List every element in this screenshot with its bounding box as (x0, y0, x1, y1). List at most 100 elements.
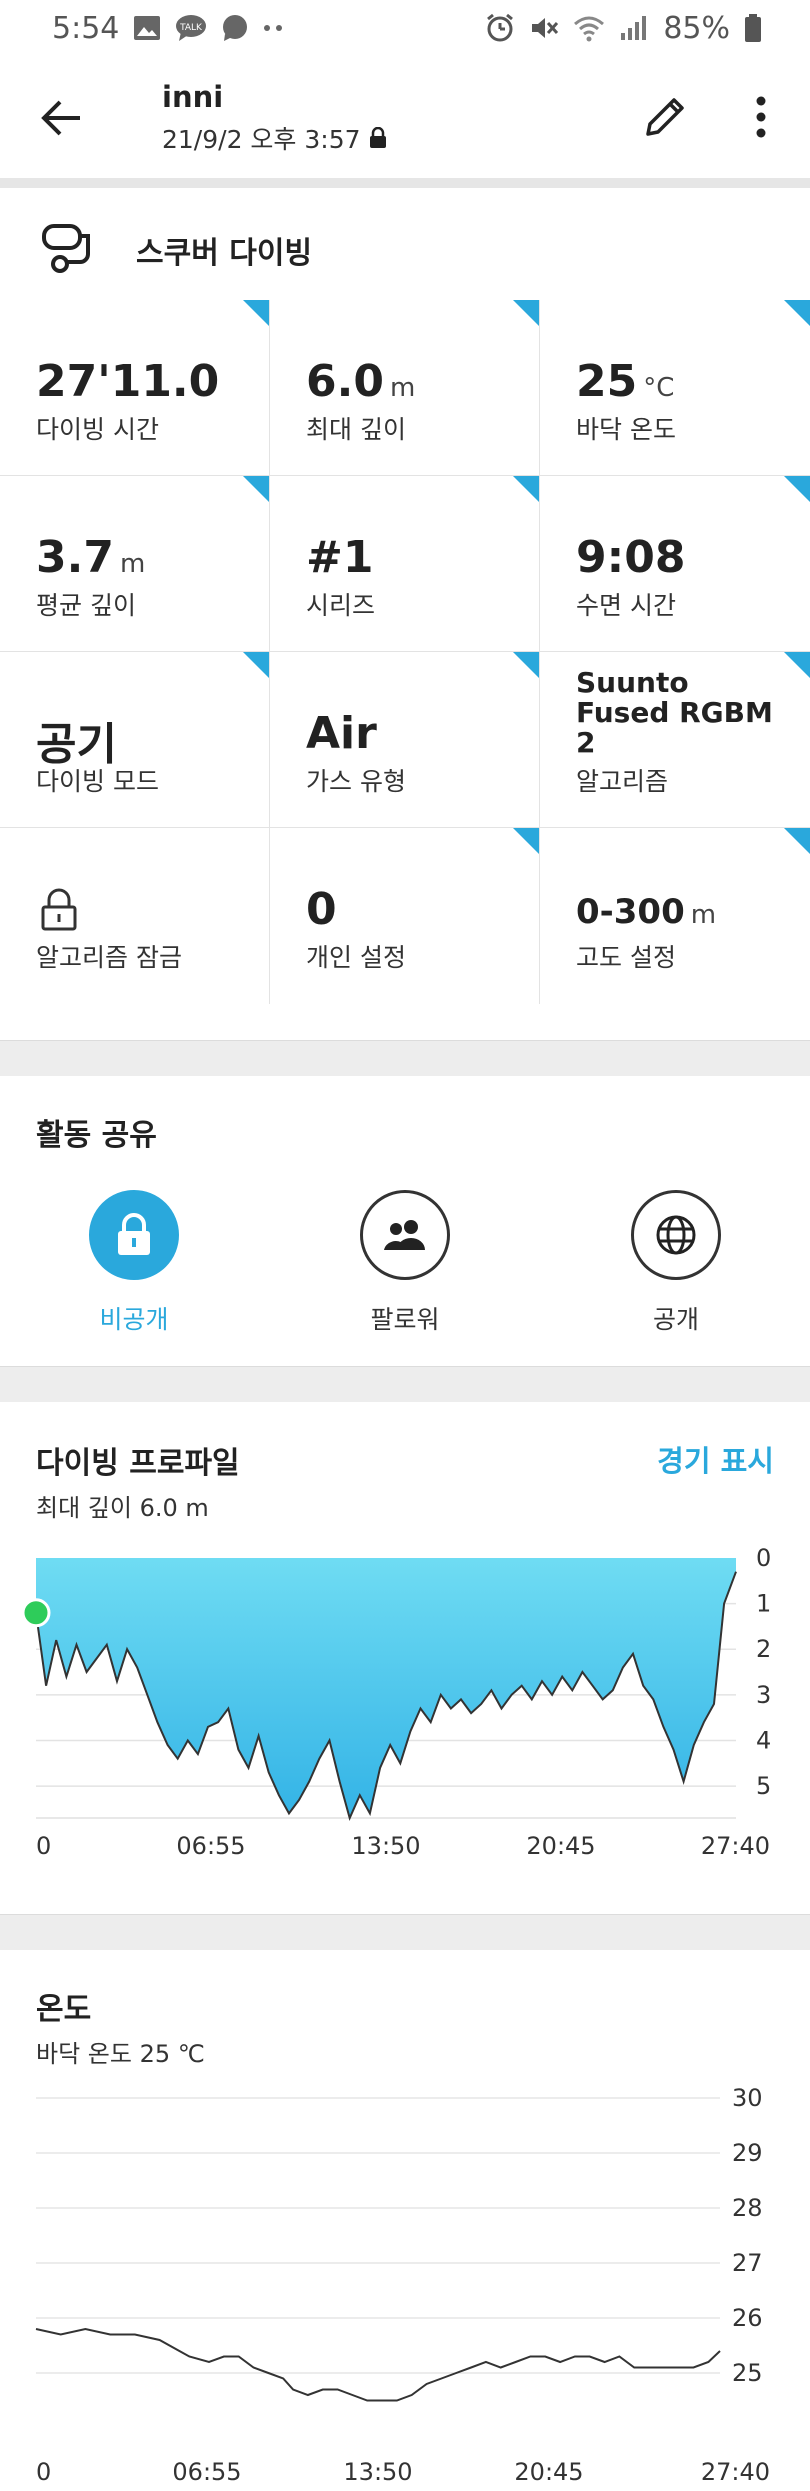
lock-small-icon (369, 127, 386, 148)
stat-surface-time[interactable]: 9:08 수면 시간 (540, 476, 810, 652)
stat-label: 다이빙 시간 (36, 415, 159, 444)
stat-label: 가스 유형 (306, 767, 406, 796)
arrow-left-icon (41, 100, 80, 136)
temperature-line (35, 2327, 721, 2402)
share-followers-circle[interactable] (360, 1190, 450, 1280)
stat-avg-depth[interactable]: 3.7 m 평균 깊이 (0, 476, 270, 652)
stat-value: Suunto Fused RGBM 2 (576, 666, 773, 759)
stat-corner-marker (784, 476, 810, 502)
stat-corner-marker (513, 828, 539, 854)
stat-label: 평균 깊이 (36, 591, 136, 620)
stat-value: 27'11.0 (36, 356, 220, 407)
stat-series[interactable]: #1 시리즈 (270, 476, 540, 652)
section-divider (0, 1040, 810, 1076)
stat-algorithm[interactable]: Suunto Fused RGBM 2 알고리즘 (540, 652, 810, 828)
header-divider (0, 178, 810, 188)
y-tick-label: 2 (756, 1635, 771, 1663)
share-private-label: 비공개 (99, 1305, 169, 1334)
app-bar: inni 21/9/2 오후 3:57 (0, 56, 810, 180)
y-tick-label: 29 (732, 2139, 763, 2167)
stat-label: 알고리즘 잠금 (36, 943, 182, 972)
status-bar: 5:54 TALK 85% (0, 0, 810, 56)
x-tick-label: 13:50 (351, 1832, 420, 1860)
stat-corner-marker (243, 652, 269, 678)
temperature-chart[interactable]: 30 29 28 27 26 25 0 06:55 13:50 20:45 27:40 (0, 2070, 810, 2490)
stat-corner-marker (784, 828, 810, 854)
y-tick-label: 5 (756, 1772, 771, 1800)
user-name: inni (162, 80, 224, 114)
stat-label: 알고리즘 (576, 767, 669, 796)
scuba-mask-icon (42, 224, 90, 273)
y-tick-label: 4 (756, 1726, 771, 1754)
stat-value: 0 (306, 884, 337, 935)
stat-corner-marker (513, 476, 539, 502)
status-left: 5:54 TALK (52, 11, 285, 46)
message-icon (221, 14, 249, 42)
dive-profile-chart[interactable]: 0 1 2 3 4 5 0 06:55 13:50 20:45 27:40 (0, 1522, 810, 1902)
temperature-section: 온도 바닥 온도 25 ℃ 30 29 28 27 26 25 0 06:55 13:50 20:… (0, 1950, 810, 2491)
activity-header: 스쿠버 다이빙 (0, 190, 810, 300)
lock-icon (118, 1213, 150, 1255)
activity-title: 스쿠버 다이빙 (136, 236, 313, 271)
alarm-icon (485, 13, 515, 43)
x-tick-label: 20:45 (514, 2458, 583, 2486)
gallery-icon (133, 15, 161, 41)
y-tick-label: 1 (756, 1590, 771, 1618)
pencil-icon (646, 98, 684, 136)
current-position-marker (21, 1598, 51, 1628)
y-tick-label: 30 (732, 2084, 763, 2112)
x-tick-label: 0 (36, 1832, 51, 1860)
more-options-button[interactable] (736, 84, 786, 150)
y-tick-label: 27 (732, 2249, 763, 2277)
stat-gas-type[interactable]: Air 가스 유형 (270, 652, 540, 828)
share-public-option[interactable]: 공개 (586, 1190, 766, 1340)
x-tick-label: 0 (36, 2458, 51, 2486)
stat-label: 시리즈 (306, 591, 376, 620)
stat-value: 0-300 m (576, 892, 717, 932)
section-divider (0, 1914, 810, 1950)
edit-button[interactable] (632, 84, 698, 150)
show-events-link[interactable]: 경기 표시 (657, 1438, 774, 1480)
dive-profile-section: 다이빙 프로파일 경기 표시 최대 깊이 6.0 m 0 1 2 3 4 5 0 06:55 1… (0, 1402, 810, 1914)
followers-icon (384, 1220, 425, 1250)
x-tick-label: 06:55 (176, 1832, 245, 1860)
share-followers-label: 팔로워 (370, 1305, 440, 1334)
share-public-label: 공개 (652, 1305, 699, 1334)
stat-label: 수면 시간 (576, 591, 676, 620)
mute-icon (529, 13, 559, 43)
stats-grid: 27'11.0 다이빙 시간 6.0 m 최대 깊이 25 °C 바닥 온도 3.7… (0, 300, 810, 1005)
stat-value: #1 (306, 532, 374, 583)
share-private-option[interactable]: 비공개 (44, 1190, 224, 1340)
stat-personal-setting[interactable]: 0 개인 설정 (270, 828, 540, 1004)
section-divider (0, 1366, 810, 1402)
battery-icon (744, 13, 762, 43)
more-notifications-icon (263, 24, 285, 32)
x-tick-label: 06:55 (172, 2458, 241, 2486)
share-public-circle[interactable] (631, 1190, 721, 1280)
stat-value: 9:08 (576, 532, 686, 583)
back-button[interactable] (30, 86, 94, 150)
stat-bottom-temp[interactable]: 25 °C 바닥 온도 (540, 300, 810, 476)
stat-label: 바닥 온도 (576, 415, 676, 444)
stat-label: 고도 설정 (576, 943, 676, 972)
stat-algorithm-lock[interactable]: 알고리즘 잠금 (0, 828, 270, 1004)
stat-altitude-setting[interactable]: 0-300 m 고도 설정 (540, 828, 810, 1004)
stat-dive-mode[interactable]: 공기 다이빙 모드 (0, 652, 270, 828)
share-private-circle[interactable] (89, 1190, 179, 1280)
stat-dive-time[interactable]: 27'11.0 다이빙 시간 (0, 300, 270, 476)
dive-profile-title: 다이빙 프로파일 (36, 1446, 240, 1481)
stat-corner-marker (784, 652, 810, 678)
stat-corner-marker (513, 300, 539, 326)
stat-corner-marker (243, 300, 269, 326)
status-right: 85% (485, 11, 762, 46)
y-tick-label: 25 (732, 2359, 763, 2387)
battery-percent: 85% (663, 10, 730, 46)
stat-label: 다이빙 모드 (36, 767, 159, 796)
temperature-title: 온도 (36, 1992, 92, 2027)
temperature-subtitle: 바닥 온도 25 ℃ (36, 2040, 205, 2068)
share-followers-option[interactable]: 팔로워 (315, 1190, 495, 1340)
stat-corner-marker (513, 652, 539, 678)
stat-max-depth[interactable]: 6.0 m 최대 깊이 (270, 300, 540, 476)
y-tick-label: 3 (756, 1681, 771, 1709)
wifi-icon (573, 14, 605, 42)
